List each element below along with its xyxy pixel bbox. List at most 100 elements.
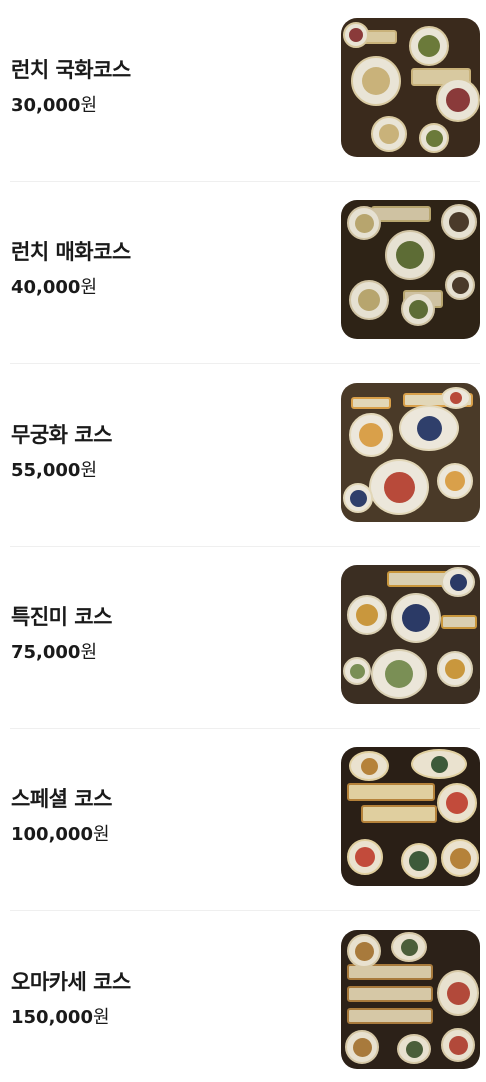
photo-tray <box>347 783 435 801</box>
photo-plate <box>437 970 479 1016</box>
divider <box>10 363 480 364</box>
course-price: 100,000원 <box>11 820 110 846</box>
photo-plate <box>347 206 381 240</box>
photo-food <box>402 604 430 632</box>
photo-food <box>355 942 374 961</box>
photo-food <box>385 660 413 688</box>
photo-food <box>361 758 378 775</box>
price-value: 40,000 <box>11 277 81 298</box>
price-value: 55,000 <box>11 460 81 481</box>
course-name: 런치 국화코스 <box>11 58 131 82</box>
photo-food <box>418 35 440 57</box>
course-photo[interactable] <box>341 200 480 339</box>
menu-item[interactable]: 런치 매화코스 40,000원 <box>10 182 480 364</box>
photo-food <box>355 847 375 867</box>
price-value: 150,000 <box>11 1007 93 1028</box>
photo-food <box>362 67 390 95</box>
photo-plate <box>349 751 389 781</box>
photo-plate <box>445 270 475 300</box>
photo-plate <box>345 1030 379 1064</box>
photo-plate <box>399 405 459 451</box>
course-name: 무궁화 코스 <box>11 423 112 447</box>
course-name: 런치 매화코스 <box>11 240 131 264</box>
photo-plate <box>371 649 427 699</box>
photo-food <box>450 574 467 591</box>
photo-plate <box>419 123 449 153</box>
photo-plate <box>343 657 371 685</box>
photo-plate <box>351 56 401 106</box>
photo-food <box>446 88 470 112</box>
photo-food <box>349 28 363 42</box>
course-price: 55,000원 <box>11 456 97 482</box>
menu-item[interactable]: 무궁화 코스 55,000원 <box>10 365 480 547</box>
photo-tray <box>361 805 437 823</box>
photo-tray <box>347 986 433 1002</box>
course-photo[interactable] <box>341 747 480 886</box>
photo-food <box>409 300 428 319</box>
photo-plate <box>349 413 393 457</box>
photo-food <box>447 982 470 1005</box>
course-price: 75,000원 <box>11 638 97 664</box>
menu-item[interactable]: 오마카세 코스 150,000원 <box>10 912 480 1082</box>
photo-plate <box>371 116 407 152</box>
photo-plate <box>441 387 471 409</box>
photo-food <box>449 1036 468 1055</box>
photo-plate <box>411 749 467 779</box>
menu-item[interactable]: 특진미 코스 75,000원 <box>10 547 480 729</box>
photo-tray <box>351 397 391 409</box>
menu-item[interactable]: 런치 국화코스 30,000원 <box>10 0 480 182</box>
photo-food <box>452 277 469 294</box>
photo-plate <box>437 463 473 499</box>
photo-plate <box>347 595 387 635</box>
price-unit: 원 <box>80 277 98 298</box>
photo-food <box>356 604 378 626</box>
photo-food <box>446 792 468 814</box>
photo-food <box>445 659 465 679</box>
course-photo[interactable] <box>341 930 480 1069</box>
photo-food <box>445 471 465 491</box>
photo-plate <box>391 932 427 962</box>
course-name: 오마카세 코스 <box>11 970 131 994</box>
photo-food <box>379 124 399 144</box>
course-photo[interactable] <box>341 565 480 704</box>
photo-plate <box>347 839 383 875</box>
photo-plate <box>437 651 473 687</box>
photo-plate <box>441 204 477 240</box>
price-value: 75,000 <box>11 642 81 663</box>
photo-food <box>359 423 383 447</box>
menu-item[interactable]: 스페셜 코스 100,000원 <box>10 729 480 911</box>
photo-plate <box>409 26 449 66</box>
photo-food <box>396 241 424 269</box>
price-unit: 원 <box>80 95 98 116</box>
photo-food <box>384 472 415 503</box>
photo-plate <box>343 483 373 513</box>
course-photo[interactable] <box>341 18 480 157</box>
photo-plate <box>441 567 475 597</box>
price-unit: 원 <box>80 642 98 663</box>
photo-plate <box>391 593 441 643</box>
photo-food <box>350 490 367 507</box>
price-unit: 원 <box>92 1007 110 1028</box>
photo-food <box>406 1041 423 1058</box>
price-value: 100,000 <box>11 824 93 845</box>
photo-tray <box>441 615 477 629</box>
course-photo[interactable] <box>341 383 480 522</box>
photo-plate <box>437 783 477 823</box>
photo-food <box>401 939 418 956</box>
photo-food <box>431 756 448 773</box>
photo-plate <box>436 78 480 122</box>
course-price: 150,000원 <box>11 1003 110 1029</box>
photo-food <box>409 851 429 871</box>
photo-food <box>355 214 374 233</box>
photo-plate <box>385 230 435 280</box>
course-name: 특진미 코스 <box>11 605 112 629</box>
photo-food <box>450 392 462 404</box>
photo-food <box>426 130 443 147</box>
price-unit: 원 <box>80 460 98 481</box>
photo-plate <box>347 934 381 968</box>
photo-plate <box>343 22 369 48</box>
photo-plate <box>441 839 479 877</box>
photo-food <box>353 1038 372 1057</box>
price-unit: 원 <box>92 824 110 845</box>
photo-food <box>450 848 471 869</box>
